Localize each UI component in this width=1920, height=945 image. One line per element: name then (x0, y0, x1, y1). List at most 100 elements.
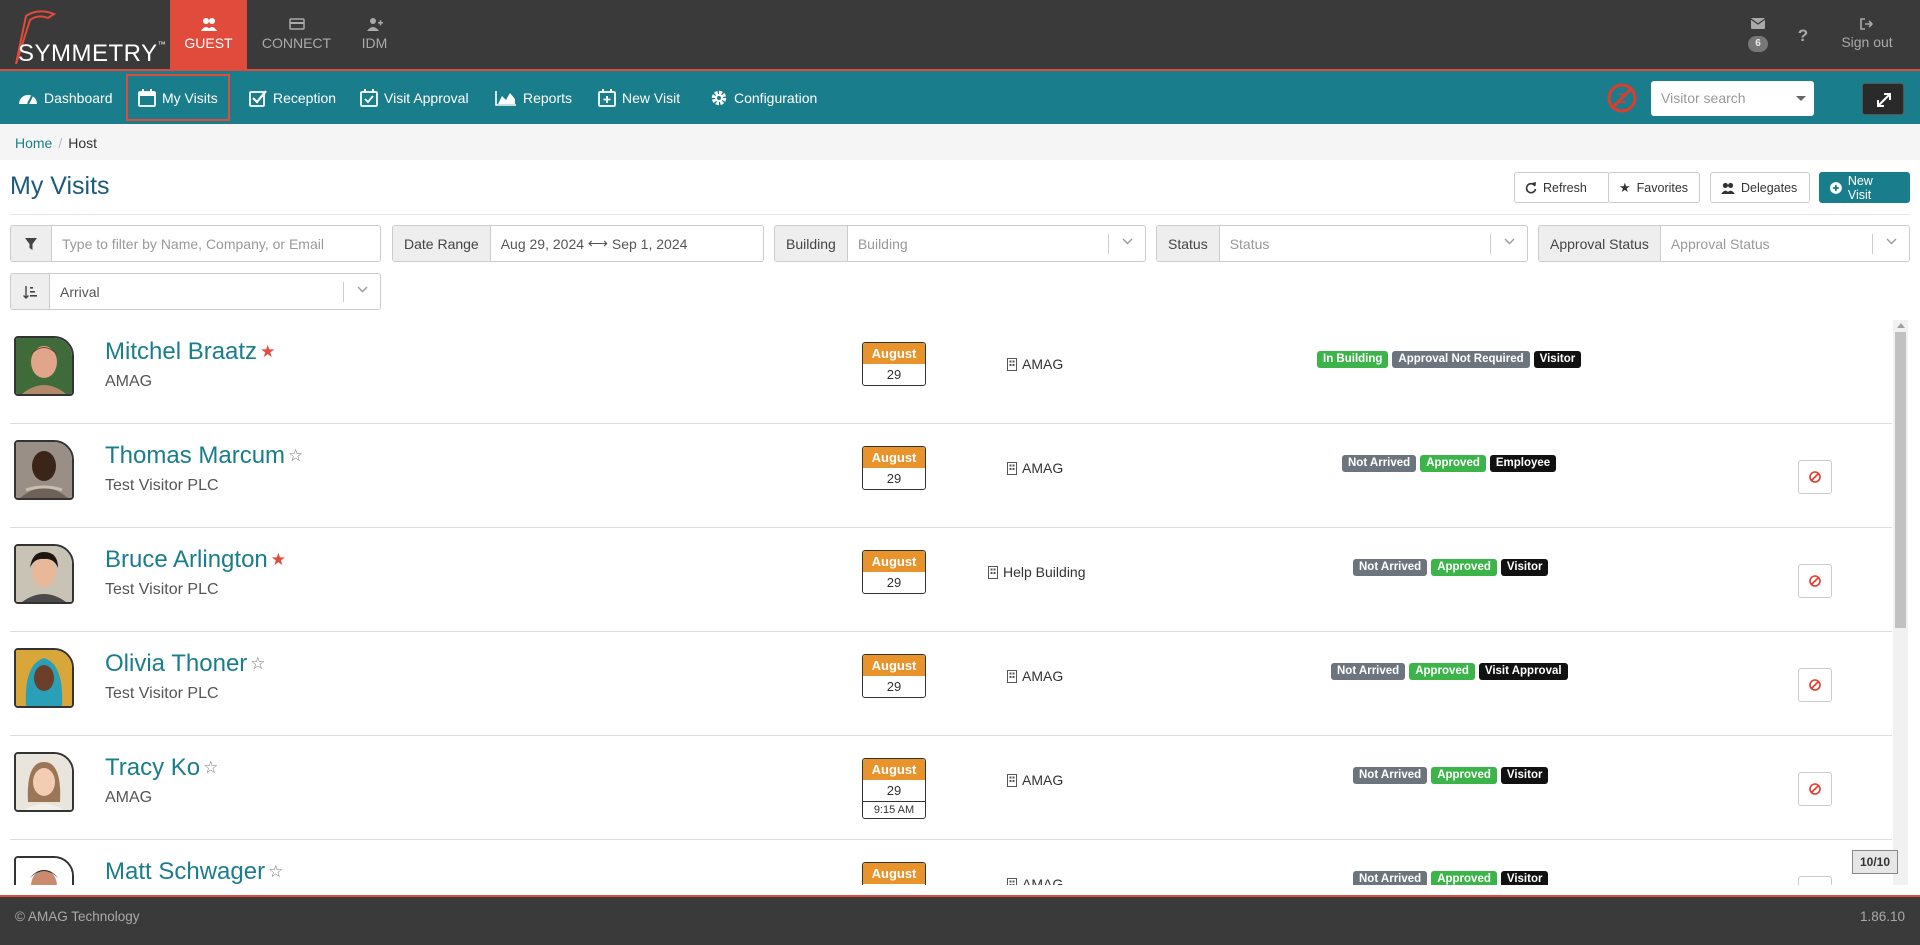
visit-row[interactable]: Tracy Ko ☆ AMAG August 29 9:15 AM AMAG No… (10, 736, 1892, 840)
favorite-star-icon[interactable]: ★ (260, 342, 275, 361)
building-placeholder: Building (857, 235, 908, 252)
calendar-plus-icon (598, 88, 616, 107)
building-icon (1007, 461, 1017, 475)
cancel-visit-button[interactable] (1798, 460, 1832, 494)
list-scrollbar[interactable] (1893, 320, 1908, 885)
favorite-star-outline-icon[interactable]: ☆ (250, 654, 265, 673)
breadcrumb-separator: / (58, 135, 63, 151)
page-title: My Visits (10, 172, 110, 200)
visitor-search-select[interactable]: Visitor search (1651, 81, 1814, 116)
building-filter: Building Building (774, 225, 1146, 262)
status-badges: Not Arrived Approved Visitor (1353, 559, 1549, 577)
symmetry-logo[interactable]: SYMMETRY™ (8, 6, 168, 67)
no-entry-icon[interactable]: Z (1607, 83, 1637, 113)
favorite-star-outline-icon[interactable]: ☆ (288, 446, 303, 465)
sort-select[interactable]: Arrival (50, 274, 380, 309)
status-select[interactable]: Status (1220, 226, 1527, 261)
approval-status-select[interactable]: Approval Status (1661, 226, 1909, 261)
avatar (14, 752, 74, 812)
scroll-up-arrow-icon[interactable] (1897, 323, 1905, 328)
calendar-icon (138, 88, 156, 107)
sort-amount-icon (23, 285, 37, 299)
visit-month: August (863, 863, 925, 884)
nav-configuration[interactable]: Configuration (706, 71, 821, 124)
nav-new-visit[interactable]: New Visit (594, 71, 684, 124)
type-badge: Visitor (1533, 351, 1582, 368)
date-range-arrow-icon: ⟷ (587, 235, 608, 251)
visit-day: 29 (886, 471, 902, 486)
ban-icon (1809, 575, 1821, 587)
visitor-name[interactable]: Thomas Marcum ☆ (105, 442, 303, 470)
status-badges: Not Arrived Approved Visitor (1353, 871, 1549, 885)
help-button[interactable]: ? (1793, 26, 1813, 46)
nav-visit-approval[interactable]: Visit Approval (356, 71, 473, 124)
building-name: AMAG (1022, 772, 1064, 788)
visit-day: 29 (886, 575, 902, 590)
status-badges: Not Arrived Approved Employee (1342, 455, 1557, 473)
visit-month: August (863, 759, 925, 780)
visit-building: AMAG (1007, 876, 1063, 885)
app-tab-connect[interactable]: CONNECT (258, 0, 335, 69)
approval-status-placeholder: Approval Status (1670, 235, 1770, 252)
nav-reports[interactable]: Reports (491, 71, 576, 124)
user-plus-icon (366, 18, 383, 31)
text-filter-input[interactable]: Type to filter by Name, Company, or Emai… (52, 226, 380, 261)
cancel-visit-button[interactable] (1798, 668, 1832, 702)
status-label: Status (1157, 226, 1220, 261)
type-badge: Visitor (1500, 871, 1549, 885)
visitor-company: Test Visitor PLC (105, 477, 219, 494)
date-range-input[interactable]: Aug 29, 2024 ⟷ Sep 1, 2024 (491, 226, 763, 261)
building-icon (1007, 357, 1017, 371)
status-badge: Not Arrived (1331, 663, 1406, 680)
visitor-name[interactable]: Mitchel Braatz ★ (105, 338, 275, 366)
breadcrumb-home[interactable]: Home (15, 135, 52, 151)
chevron-down-icon (1796, 96, 1806, 101)
breadcrumb-current: Host (68, 135, 98, 151)
visitor-company: AMAG (105, 789, 153, 806)
favorite-star-outline-icon[interactable]: ☆ (268, 862, 283, 881)
visitor-company: AMAG (105, 373, 153, 390)
messages-button[interactable]: 6 (1744, 0, 1772, 69)
visit-row[interactable]: Bruce Arlington ★ Test Visitor PLC August… (10, 528, 1892, 632)
visit-row[interactable]: Mitchel Braatz ★ AMAG August 29 AMAG In B… (10, 320, 1892, 424)
nav-label: Reports (523, 89, 573, 106)
building-icon (988, 565, 998, 579)
delegates-button[interactable]: Delegates (1710, 172, 1810, 203)
visitor-name[interactable]: Matt Schwager ☆ (105, 858, 283, 885)
nav-dashboard[interactable]: Dashboard (14, 71, 117, 124)
building-name: AMAG (1022, 668, 1064, 684)
cancel-visit-button[interactable] (1798, 876, 1832, 885)
cancel-visit-button[interactable] (1798, 772, 1832, 806)
building-select[interactable]: Building (848, 226, 1145, 261)
app-tab-label: IDM (361, 35, 388, 51)
footer: © AMAG Technology 1.86.10 (0, 895, 1920, 945)
visit-row[interactable]: Olivia Thoner ☆ Test Visitor PLC August 2… (10, 632, 1892, 736)
sign-out-icon (1860, 18, 1874, 30)
nav-reception[interactable]: Reception (245, 71, 340, 124)
visit-row[interactable]: Thomas Marcum ☆ Test Visitor PLC August 2… (10, 424, 1892, 528)
favorite-star-icon[interactable]: ★ (271, 550, 286, 569)
approval-badge: Approved (1431, 871, 1497, 885)
approval-badge: Approval Not Required (1392, 351, 1530, 368)
nav-label: My Visits (162, 89, 218, 106)
app-tab-idm[interactable]: IDM (336, 0, 413, 69)
new-visit-button[interactable]: New Visit (1819, 172, 1910, 203)
gear-icon (711, 90, 727, 105)
scrollbar-thumb[interactable] (1895, 332, 1906, 628)
svg-text:Z: Z (1618, 90, 1627, 106)
visitor-name-text: Thomas Marcum (105, 442, 286, 469)
favorite-star-outline-icon[interactable]: ☆ (203, 758, 218, 777)
favorites-button[interactable]: ★ Favorites (1608, 172, 1700, 203)
sign-out-button[interactable]: Sign out (1832, 0, 1902, 69)
refresh-button[interactable]: Refresh (1514, 172, 1610, 203)
cancel-visit-button[interactable] (1798, 564, 1832, 598)
nav-my-visits[interactable]: My Visits (126, 74, 230, 121)
visitor-name[interactable]: Bruce Arlington ★ (105, 546, 286, 574)
visit-row[interactable]: Matt Schwager☆ August 29 AMAG Not Arrive… (10, 840, 1892, 885)
visitor-name[interactable]: Tracy Ko ☆ (105, 754, 218, 782)
fullscreen-button[interactable] (1862, 83, 1904, 115)
visitor-company: Test Visitor PLC (105, 685, 219, 702)
expand-icon (1877, 93, 1891, 107)
app-tab-guest[interactable]: GUEST (170, 0, 247, 69)
visitor-name[interactable]: Olivia Thoner ☆ (105, 650, 266, 678)
